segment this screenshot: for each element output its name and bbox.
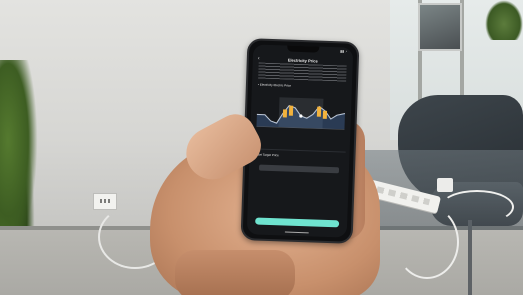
charger-plug bbox=[437, 178, 453, 192]
photo-scene: ▮▮ ◔ ‹ Electricity Price • Electricity E… bbox=[0, 0, 523, 295]
price-chart bbox=[256, 97, 346, 130]
section-price-title: • Electricity Electric Price bbox=[257, 82, 292, 88]
charge-bar-3 bbox=[316, 106, 322, 117]
cable-2 bbox=[440, 190, 514, 224]
next-button[interactable] bbox=[255, 217, 340, 228]
top-right-plant bbox=[485, 0, 523, 40]
charge-bar-2 bbox=[288, 105, 294, 116]
back-arrow-icon[interactable]: ‹ bbox=[258, 55, 266, 61]
wall-poster bbox=[418, 3, 462, 51]
charge-bar-1 bbox=[282, 109, 288, 118]
phone-screen: ▮▮ ◔ ‹ Electricity Price • Electricity E… bbox=[246, 44, 354, 238]
description-text bbox=[258, 62, 347, 82]
wrist bbox=[175, 250, 295, 295]
wall-socket bbox=[93, 193, 117, 210]
set-target-button[interactable] bbox=[258, 164, 340, 174]
status-icons: ▮▮ ◔ bbox=[340, 49, 348, 54]
home-indicator bbox=[284, 231, 309, 234]
charge-bar-4 bbox=[322, 110, 328, 119]
chair-leg bbox=[468, 220, 472, 295]
status-bar: ▮▮ ◔ bbox=[259, 47, 348, 54]
